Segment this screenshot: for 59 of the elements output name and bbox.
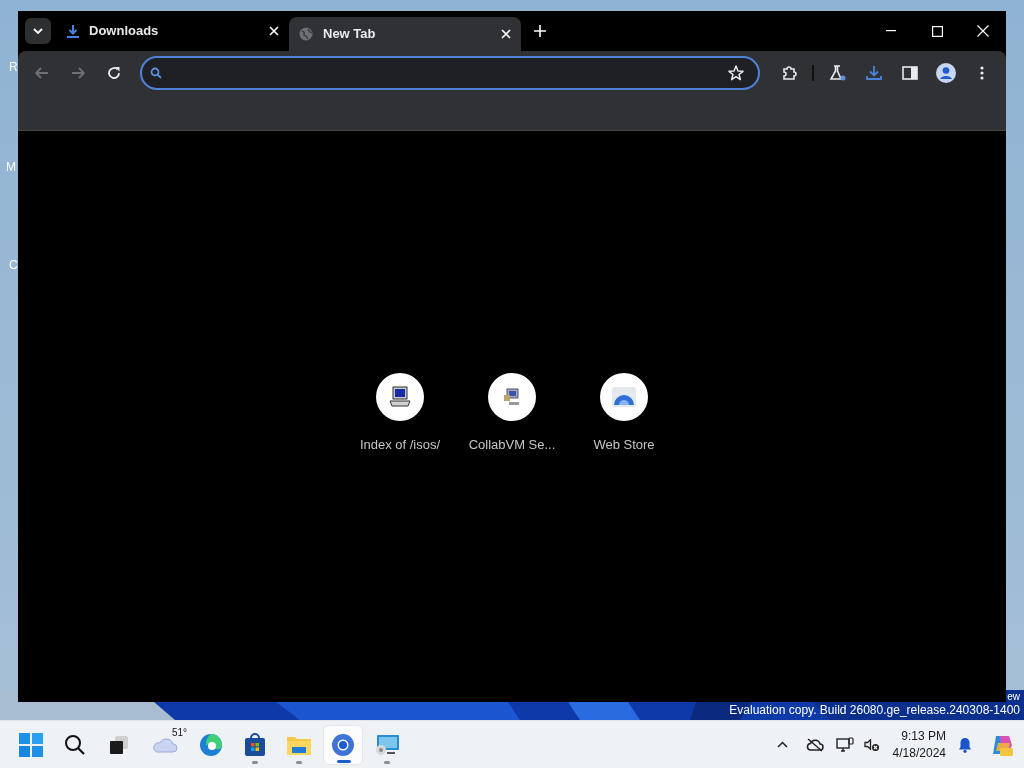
shortcut-tile[interactable]: Web Store bbox=[568, 373, 680, 473]
running-indicator bbox=[296, 760, 302, 764]
task-view-icon bbox=[109, 734, 129, 755]
forward-arrow-icon bbox=[70, 67, 85, 79]
desktop-watermark: Evaluation copy. Build 26080.ge_release.240308-1400 bbox=[729, 703, 1020, 718]
store-icon bbox=[612, 387, 636, 407]
chevron-up-icon bbox=[777, 741, 789, 748]
tab-title: New Tab bbox=[323, 25, 377, 44]
globe-icon bbox=[299, 27, 313, 41]
plus-icon bbox=[534, 25, 546, 37]
puzzle-icon bbox=[782, 65, 799, 81]
avatar-icon bbox=[936, 63, 957, 83]
flask-icon bbox=[829, 65, 848, 81]
bell-icon bbox=[958, 736, 972, 753]
cloud-icon bbox=[152, 736, 178, 753]
chevron-down-icon bbox=[33, 28, 43, 34]
weather-button[interactable]: 51° bbox=[143, 724, 187, 765]
search-icon bbox=[149, 67, 162, 79]
clock[interactable]: 9:13 PM 4/18/2024 bbox=[892, 727, 946, 762]
cloud-off-icon bbox=[805, 737, 824, 752]
shortcut-tile[interactable]: Index of /isos/ bbox=[344, 373, 456, 473]
minimize-icon bbox=[886, 30, 896, 32]
maximize-icon bbox=[931, 25, 943, 37]
browser-tab[interactable]: New Tab bbox=[289, 17, 521, 51]
star-icon[interactable] bbox=[728, 65, 745, 81]
monitor-icon bbox=[835, 736, 854, 753]
running-indicator bbox=[337, 759, 351, 763]
close-icon[interactable] bbox=[501, 29, 511, 39]
speaker-muted-icon bbox=[863, 737, 880, 752]
clock-date: 4/18/2024 bbox=[892, 744, 946, 762]
close-icon[interactable] bbox=[269, 26, 279, 36]
edge-icon bbox=[199, 732, 223, 757]
computer-icon bbox=[388, 385, 412, 409]
side-panel-icon bbox=[902, 66, 919, 80]
weather-temperature: 51° bbox=[171, 725, 187, 740]
running-indicator bbox=[252, 760, 258, 764]
tab-title: Downloads bbox=[89, 22, 160, 41]
browser-tab[interactable]: Downloads bbox=[57, 14, 289, 48]
tab-search-button[interactable] bbox=[25, 18, 51, 44]
back-arrow-icon bbox=[34, 67, 49, 79]
shortcut-tile[interactable]: CollabVM Se... bbox=[456, 373, 568, 473]
download-icon bbox=[866, 65, 883, 81]
shopping-bag-icon bbox=[243, 732, 267, 757]
clock-time: 9:13 PM bbox=[901, 727, 946, 745]
remote-desktop-icon bbox=[374, 732, 400, 757]
shortcut-label: Index of /isos/ bbox=[359, 436, 441, 454]
chromium-icon bbox=[331, 732, 355, 757]
download-icon bbox=[67, 24, 79, 38]
shortcut-label: CollabVM Se... bbox=[468, 436, 556, 454]
close-icon bbox=[977, 25, 989, 37]
address-bar[interactable] bbox=[139, 56, 761, 90]
more-vertical-icon bbox=[980, 66, 985, 80]
windows-logo-icon bbox=[19, 732, 43, 757]
reload-icon bbox=[106, 66, 121, 80]
search-icon bbox=[64, 733, 86, 756]
taskbar-app-button[interactable] bbox=[323, 724, 363, 765]
running-indicator bbox=[384, 760, 390, 764]
desktop-watermark: ew bbox=[1007, 691, 1020, 703]
shortcut-label: Web Store bbox=[593, 436, 655, 454]
